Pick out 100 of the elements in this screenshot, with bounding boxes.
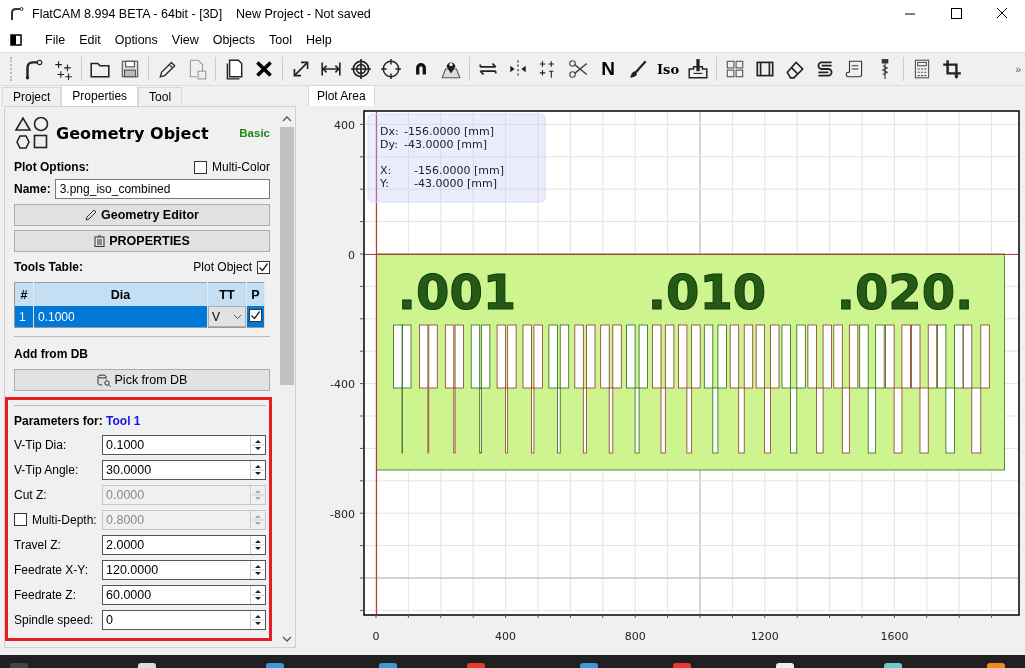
column-header[interactable]: # bbox=[14, 282, 34, 306]
pencil-icon bbox=[85, 209, 98, 221]
overflow-button[interactable]: » bbox=[1015, 63, 1021, 75]
coordinate-value: -156.0000 [mm] bbox=[414, 164, 504, 177]
section-label: Plot Options: bbox=[14, 160, 90, 174]
spin-arrows-icon[interactable] bbox=[250, 535, 265, 554]
geometry-label: .001 bbox=[397, 264, 517, 320]
coordinate-value: -43.0000 [mm] bbox=[414, 177, 497, 190]
number-field[interactable]: 30.0000 bbox=[102, 459, 266, 480]
tool-button[interactable]: N bbox=[597, 58, 619, 80]
shapes-icon bbox=[14, 115, 50, 151]
number-field[interactable]: 2.0000 bbox=[102, 534, 266, 555]
section-label: Tools Table: bbox=[14, 260, 83, 274]
checkbox-label: Plot Object bbox=[193, 260, 252, 274]
checkbox[interactable] bbox=[194, 160, 207, 174]
pencil-icon[interactable] bbox=[156, 58, 178, 80]
tool-type-dropdown[interactable]: V bbox=[208, 306, 246, 327]
field-label: Spindle speed: bbox=[14, 612, 94, 627]
coordinate-label: Y: bbox=[380, 177, 389, 190]
spin-arrows-icon[interactable] bbox=[250, 610, 265, 629]
scissors-icon[interactable] bbox=[567, 58, 589, 80]
delete-icon[interactable] bbox=[253, 58, 275, 80]
checkbox-label: Multi-Color bbox=[212, 160, 270, 174]
clipboard-icon bbox=[94, 235, 106, 247]
number-field[interactable]: 0.1000 bbox=[102, 434, 266, 455]
axis-tick-label: 1600 bbox=[880, 630, 909, 643]
pick-from-db-button[interactable]: Pick from DB bbox=[14, 369, 270, 391]
save-icon[interactable] bbox=[119, 58, 141, 80]
axis-tick-label: 400 bbox=[495, 630, 517, 643]
menu-item[interactable]: File bbox=[38, 33, 73, 47]
axis-tick-label: 1200 bbox=[750, 630, 779, 643]
name-field[interactable]: 3.png_iso_combined bbox=[54, 179, 270, 199]
coordinate-label: X: bbox=[380, 164, 392, 177]
axis-tick-label: 0 bbox=[348, 248, 355, 262]
column-header[interactable]: TT bbox=[207, 282, 247, 306]
window-title: FlatCAM 8.994 BETA - 64bit - [3D] New Project - Not saved bbox=[32, 7, 371, 21]
object-title: Geometry Object bbox=[56, 123, 209, 143]
field-label: Name: bbox=[14, 182, 51, 196]
crop-icon[interactable] bbox=[941, 58, 963, 80]
mode-label[interactable]: Basic bbox=[239, 127, 270, 139]
tool-button[interactable]: Iso bbox=[657, 61, 679, 77]
menu-item[interactable]: Edit bbox=[72, 33, 108, 47]
app-logo-icon bbox=[10, 7, 24, 21]
panel-tab[interactable]: Project bbox=[2, 87, 62, 106]
menu-item[interactable]: Tool bbox=[262, 33, 299, 47]
column-header[interactable]: Dia bbox=[33, 282, 208, 306]
menu-item[interactable]: View bbox=[164, 33, 206, 47]
field-label: Feedrate Z: bbox=[14, 587, 77, 602]
points-icon[interactable] bbox=[52, 58, 74, 80]
properties-button[interactable]: PROPERTIES bbox=[14, 230, 270, 252]
menu-item[interactable]: Objects bbox=[205, 33, 263, 47]
axis-tick-label: 0 bbox=[372, 630, 380, 643]
axis-tick-label: -800 bbox=[330, 507, 355, 521]
field-label: Multi-Depth: bbox=[32, 512, 97, 527]
field-label: V-Tip Angle: bbox=[14, 462, 79, 477]
milling-icon[interactable] bbox=[687, 58, 709, 80]
field-label: Feedrate X-Y: bbox=[14, 562, 89, 577]
table-cell: 1 bbox=[14, 306, 34, 328]
section-label: Add from DB bbox=[14, 347, 88, 361]
brush-icon[interactable] bbox=[627, 58, 649, 80]
grid-icon[interactable] bbox=[724, 58, 746, 80]
panel-tab[interactable]: Properties bbox=[61, 85, 139, 106]
plot-tab[interactable]: Plot Area bbox=[308, 85, 375, 106]
taskbar-icon[interactable] bbox=[776, 663, 794, 668]
coordinate-label: Dx: bbox=[380, 125, 399, 138]
menu-item[interactable]: Options bbox=[107, 33, 165, 47]
checkbox[interactable] bbox=[257, 260, 270, 274]
plot-checkbox[interactable] bbox=[249, 309, 262, 322]
coordinate-value: -156.0000 [mm] bbox=[404, 125, 494, 138]
editor-button[interactable]: Geometry Editor bbox=[14, 204, 270, 226]
geometry-label: .010 bbox=[647, 264, 767, 320]
axis-tick-label: 400 bbox=[334, 119, 355, 132]
database-search-icon bbox=[96, 373, 111, 387]
number-field[interactable]: 0 bbox=[102, 609, 266, 630]
number-field[interactable]: 60.0000 bbox=[102, 584, 266, 605]
chevron-down-icon bbox=[233, 313, 242, 320]
spin-arrows-icon[interactable] bbox=[250, 460, 265, 479]
field-label: Travel Z: bbox=[14, 537, 61, 552]
number-field[interactable]: 120.0000 bbox=[102, 559, 266, 580]
spin-arrows-icon[interactable] bbox=[250, 585, 265, 604]
coordinate-value: -43.0000 [mm] bbox=[404, 138, 487, 151]
scroll-up-icon[interactable] bbox=[281, 115, 292, 123]
menu-item[interactable]: Help bbox=[299, 33, 339, 47]
crosshair-icon[interactable] bbox=[380, 58, 402, 80]
panel-tab[interactable]: Tool bbox=[138, 87, 183, 106]
section-label: Parameters for: Tool 1 bbox=[14, 414, 141, 428]
table-cell: 0.1000 bbox=[33, 306, 208, 328]
target-icon[interactable] bbox=[350, 58, 372, 80]
scrollbar-thumb[interactable] bbox=[279, 127, 294, 385]
axis-tick-label: 800 bbox=[624, 630, 646, 643]
geometry-label: .020. bbox=[836, 264, 974, 320]
axis-tick-label: -400 bbox=[330, 378, 355, 392]
spin-arrows-icon[interactable] bbox=[250, 560, 265, 579]
field-label: V-Tip Dia: bbox=[14, 437, 67, 452]
scroll-down-icon[interactable] bbox=[281, 635, 292, 643]
spin-arrows-icon[interactable] bbox=[250, 435, 265, 454]
sidebar-toggle-icon[interactable] bbox=[10, 34, 22, 46]
taskbar-icon[interactable] bbox=[138, 663, 156, 668]
coordinate-label: Dy: bbox=[380, 138, 398, 151]
field-label: Cut Z: bbox=[14, 487, 47, 502]
